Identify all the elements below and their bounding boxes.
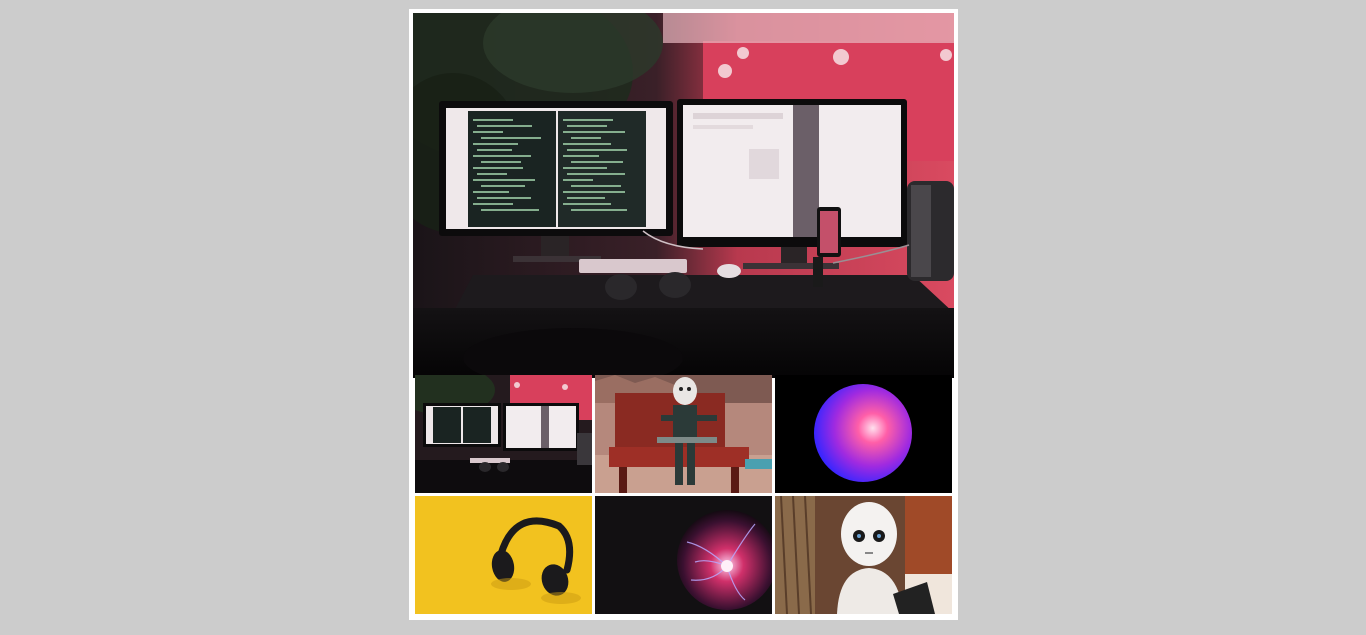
thumbnail-headphones[interactable]	[415, 496, 592, 614]
desk-setup-image	[413, 13, 954, 378]
pepper-robot-thumbnail-icon	[775, 496, 952, 614]
robot-on-bench-thumbnail-icon	[595, 375, 772, 493]
image-gallery	[409, 9, 958, 620]
main-image-desk-setup[interactable]	[413, 13, 954, 378]
plasma-ball-thumbnail-icon	[595, 496, 772, 614]
thumbnail-plasma-ball[interactable]	[595, 496, 772, 614]
thumbnail-pepper-robot[interactable]	[775, 496, 952, 614]
thumbnail-glowing-sphere[interactable]	[775, 375, 952, 493]
headphones-thumbnail-icon	[415, 496, 592, 614]
thumbnail-desk-setup[interactable]	[415, 375, 592, 493]
glowing-sphere-thumbnail-icon	[775, 375, 952, 493]
desk-setup-thumbnail-icon	[415, 375, 592, 493]
thumbnail-robot-on-bench[interactable]	[595, 375, 772, 493]
